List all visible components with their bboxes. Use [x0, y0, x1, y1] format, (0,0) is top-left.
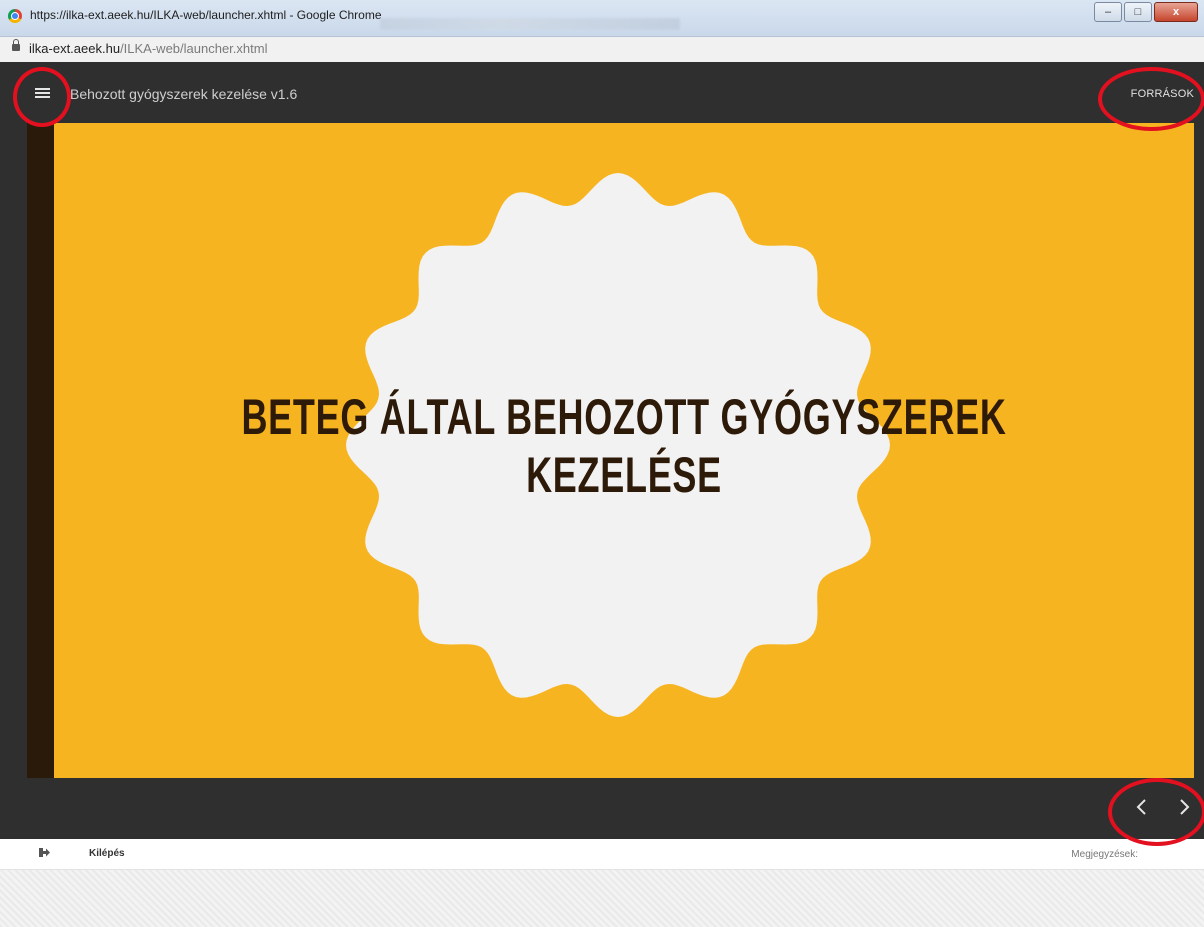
app-title: Behozott gyógyszerek kezelése v1.6 [70, 86, 298, 102]
slide-left-bar [27, 123, 54, 778]
url-text[interactable]: ilka-ext.aeek.hu/ILKA-web/launcher.xhtml [29, 41, 267, 56]
minimize-button[interactable]: – [1094, 2, 1122, 22]
chevron-left-icon[interactable] [1131, 794, 1153, 820]
close-button[interactable]: x [1154, 2, 1198, 22]
window-title: https://ilka-ext.aeek.hu/ILKA-web/launch… [30, 8, 382, 22]
window-controls: – □ x [1094, 2, 1198, 22]
notes-label: Megjegyzések: [1071, 849, 1138, 860]
window-titlebar: https://ilka-ext.aeek.hu/ILKA-web/launch… [0, 0, 1204, 37]
url-path: /ILKA-web/launcher.xhtml [120, 41, 268, 56]
footer-bar: Kilépés Megjegyzések: [0, 839, 1204, 870]
address-bar[interactable]: ilka-ext.aeek.hu/ILKA-web/launcher.xhtml [0, 37, 1204, 63]
background-blur [380, 18, 680, 30]
app-header: Behozott gyógyszerek kezelése v1.6 FORRÁ… [0, 62, 1204, 123]
maximize-button[interactable]: □ [1124, 2, 1152, 22]
lock-icon [12, 39, 20, 51]
slide-title-line1: BETEG ÁLTAL BEHOZOTT GYÓGYSZEREK [241, 389, 1007, 445]
url-host: ilka-ext.aeek.hu [29, 41, 121, 56]
slide-container: BETEG ÁLTAL BEHOZOTT GYÓGYSZEREK KEZELÉS… [0, 123, 1204, 778]
player-controls [0, 778, 1204, 839]
slide: BETEG ÁLTAL BEHOZOTT GYÓGYSZEREK KEZELÉS… [54, 123, 1194, 778]
slide-title-line2: KEZELÉSE [526, 447, 722, 503]
sources-button[interactable]: FORRÁSOK [1131, 88, 1194, 100]
exit-icon[interactable] [39, 848, 50, 857]
exit-link[interactable]: Kilépés [89, 848, 125, 859]
chrome-logo-icon [8, 9, 22, 23]
chevron-right-icon[interactable] [1173, 794, 1195, 820]
hamburger-menu-icon[interactable] [35, 88, 50, 99]
page-background [0, 870, 1204, 927]
slide-title: BETEG ÁLTAL BEHOZOTT GYÓGYSZEREK KEZELÉS… [214, 388, 1035, 504]
